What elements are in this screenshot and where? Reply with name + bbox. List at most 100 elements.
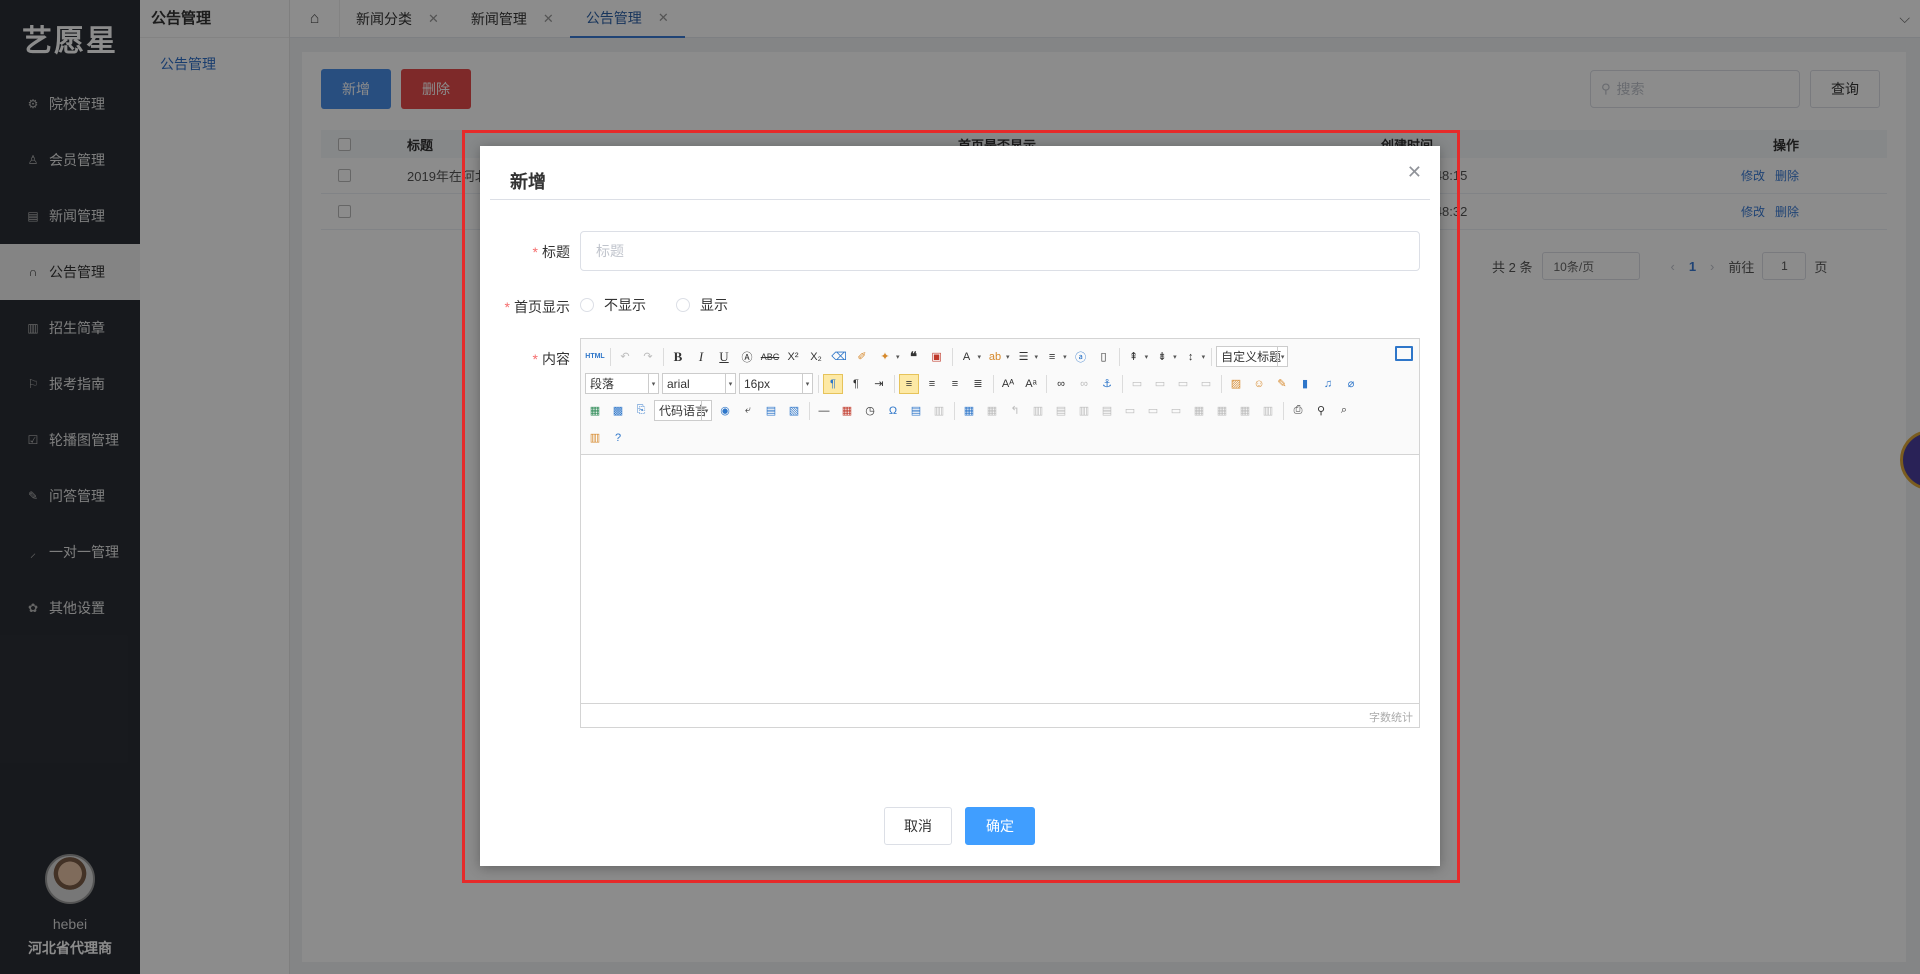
- preview-icon[interactable]: ⚲: [1311, 401, 1331, 421]
- ltr-icon[interactable]: ¶: [823, 373, 843, 394]
- eraser-icon[interactable]: ⌫: [829, 347, 849, 367]
- ordered-list-icon[interactable]: ☰: [1014, 347, 1034, 367]
- underline-icon[interactable]: U: [714, 347, 734, 367]
- select-all-icon[interactable]: ⓐ: [1071, 347, 1091, 367]
- chart-icon[interactable]: ▥: [1258, 401, 1278, 421]
- simple-upload-icon[interactable]: ▨: [1226, 374, 1246, 394]
- align-center-icon[interactable]: ≡: [922, 374, 942, 394]
- image-right-icon[interactable]: ▭: [1173, 374, 1193, 394]
- merge-right-icon[interactable]: ▭: [1143, 401, 1163, 421]
- emotion-icon[interactable]: ☺: [1249, 374, 1269, 394]
- date-icon[interactable]: ▦: [837, 401, 857, 421]
- blockquote-icon[interactable]: ❝: [904, 347, 924, 367]
- merge-cells-icon[interactable]: ▭: [1120, 401, 1140, 421]
- align-justify-icon[interactable]: ≣: [968, 374, 988, 394]
- fullscreen-icon[interactable]: [1395, 346, 1413, 361]
- split-to-cells-icon[interactable]: ▦: [1189, 401, 1209, 421]
- time-icon[interactable]: ◷: [860, 401, 880, 421]
- insert-video-icon[interactable]: ▮: [1295, 374, 1315, 394]
- superscript-icon[interactable]: X²: [783, 347, 803, 367]
- divider: [490, 199, 1430, 200]
- print-icon[interactable]: ⎙: [1288, 401, 1308, 421]
- undo-icon[interactable]: ↶: [615, 347, 635, 367]
- snap-screen-icon[interactable]: ▤: [906, 401, 926, 421]
- auto-format-icon[interactable]: ✦: [875, 347, 895, 367]
- insert-row-icon[interactable]: ▥: [1028, 401, 1048, 421]
- template-icon[interactable]: ▧: [784, 401, 804, 421]
- bold-icon[interactable]: B: [668, 347, 688, 367]
- align-left-icon[interactable]: ≡: [899, 373, 919, 394]
- toolbar-row: 段落 ▾ arial ▾ 16px ▾ ¶ ¶ ⇥ ≡ ≡ ≡ ≣ Aᴬ Aᵃ ∞ ∞…: [585, 370, 1415, 397]
- font-border-icon[interactable]: Ⓐ: [737, 347, 757, 367]
- insert-frame-icon[interactable]: ⎘: [631, 401, 651, 421]
- row-spacing-bottom-icon[interactable]: ⇟: [1152, 347, 1172, 367]
- strikethrough-icon[interactable]: ABC: [760, 347, 780, 367]
- google-map-icon[interactable]: ▩: [608, 401, 628, 421]
- indent-icon[interactable]: ⇥: [869, 374, 889, 394]
- redo-icon[interactable]: ↷: [638, 347, 658, 367]
- delete-row-icon[interactable]: ▤: [1051, 401, 1071, 421]
- scrawl-icon[interactable]: ✎: [1272, 374, 1292, 394]
- insert-table-icon[interactable]: ▦: [959, 401, 979, 421]
- row-spacing-top-icon[interactable]: ⇞: [1124, 347, 1144, 367]
- editor-content-area[interactable]: [581, 455, 1419, 703]
- search-replace-icon[interactable]: ⌕: [1334, 401, 1354, 421]
- lowercase-icon[interactable]: Aᵃ: [1021, 374, 1041, 394]
- add-announcement-dialog: 新增 ✕ *标题 *首页显示 不显示 显示 *内容 HTML ↶ ↷ B I U…: [480, 146, 1440, 866]
- unlink-icon[interactable]: ∞: [1074, 374, 1094, 394]
- paragraph-select[interactable]: 段落 ▾: [585, 373, 659, 394]
- page-break-icon[interactable]: ⤶: [738, 401, 758, 421]
- music-icon[interactable]: ♫: [1318, 374, 1338, 394]
- editor-toolbar: HTML ↶ ↷ B I U Ⓐ ABC X² X₂ ⌫ ✐ ✦ ▾ ❝ ▣ A ▾…: [581, 339, 1419, 455]
- web-app-icon[interactable]: ◉: [715, 401, 735, 421]
- font-family-select[interactable]: arial ▾: [662, 373, 736, 394]
- font-size-select[interactable]: 16px ▾: [739, 373, 813, 394]
- link-icon[interactable]: ∞: [1051, 374, 1071, 394]
- anchor-icon[interactable]: ⚓: [1097, 374, 1117, 394]
- image-left-icon[interactable]: ▭: [1150, 374, 1170, 394]
- format-painter-icon[interactable]: ✐: [852, 347, 872, 367]
- code-language-select[interactable]: 代码语言 ▾: [654, 400, 712, 421]
- map-icon[interactable]: ▦: [585, 401, 605, 421]
- paste-plain-icon[interactable]: ▣: [927, 347, 947, 367]
- unordered-list-icon[interactable]: ≡: [1042, 347, 1062, 367]
- custom-heading-select[interactable]: 自定义标题 ▾: [1216, 346, 1289, 367]
- delete-table-icon[interactable]: ▦: [982, 401, 1002, 421]
- uppercase-icon[interactable]: Aᴬ: [998, 374, 1018, 394]
- title-input[interactable]: [580, 231, 1420, 271]
- background-color-icon[interactable]: ab: [985, 347, 1005, 367]
- delete-col-icon[interactable]: ▤: [1097, 401, 1117, 421]
- display-field-label: * 首页显示: [504, 299, 570, 315]
- italic-icon[interactable]: I: [691, 347, 711, 367]
- font-color-icon[interactable]: A: [957, 347, 977, 367]
- split-to-cols-icon[interactable]: ▦: [1235, 401, 1255, 421]
- confirm-button[interactable]: 确定: [965, 807, 1035, 845]
- toolbar-row: ▦ ▩ ⎘ 代码语言 ▾ ◉ ⤶ ▤ ▧ — ▦ ◷ Ω ▤ ▥ ▦ ▦ ↰ ▥ …: [585, 397, 1415, 424]
- html-source-icon[interactable]: HTML: [585, 347, 605, 367]
- horizontal-rule-icon[interactable]: —: [814, 401, 834, 421]
- image-none-icon[interactable]: ▭: [1127, 374, 1147, 394]
- title-field-label: * 标题: [532, 244, 570, 260]
- align-right-icon[interactable]: ≡: [945, 374, 965, 394]
- image-center-icon[interactable]: ▭: [1196, 374, 1216, 394]
- split-to-rows-icon[interactable]: ▦: [1212, 401, 1232, 421]
- line-height-icon[interactable]: ↕: [1181, 347, 1201, 367]
- attachment-icon[interactable]: ⌀: [1341, 374, 1361, 394]
- radio-hide[interactable]: 不显示: [580, 295, 646, 315]
- rtl-icon[interactable]: ¶: [846, 374, 866, 394]
- insert-col-icon[interactable]: ▥: [1074, 401, 1094, 421]
- help-icon[interactable]: ?: [608, 428, 628, 448]
- word-count: 字数统计: [581, 703, 1419, 727]
- radio-show[interactable]: 显示: [676, 295, 728, 315]
- word-image-icon[interactable]: ▥: [929, 401, 949, 421]
- merge-down-icon[interactable]: ▭: [1166, 401, 1186, 421]
- insert-paragraph-before-table-icon[interactable]: ↰: [1005, 401, 1025, 421]
- cancel-button[interactable]: 取消: [884, 807, 952, 845]
- radio-label: 显示: [700, 297, 728, 313]
- subscript-icon[interactable]: X₂: [806, 347, 826, 367]
- close-icon[interactable]: ✕: [1407, 162, 1422, 183]
- clear-doc-icon[interactable]: ▯: [1094, 347, 1114, 367]
- draft-icon[interactable]: ▥: [585, 428, 605, 448]
- special-chars-icon[interactable]: Ω: [883, 401, 903, 421]
- background-icon[interactable]: ▤: [761, 401, 781, 421]
